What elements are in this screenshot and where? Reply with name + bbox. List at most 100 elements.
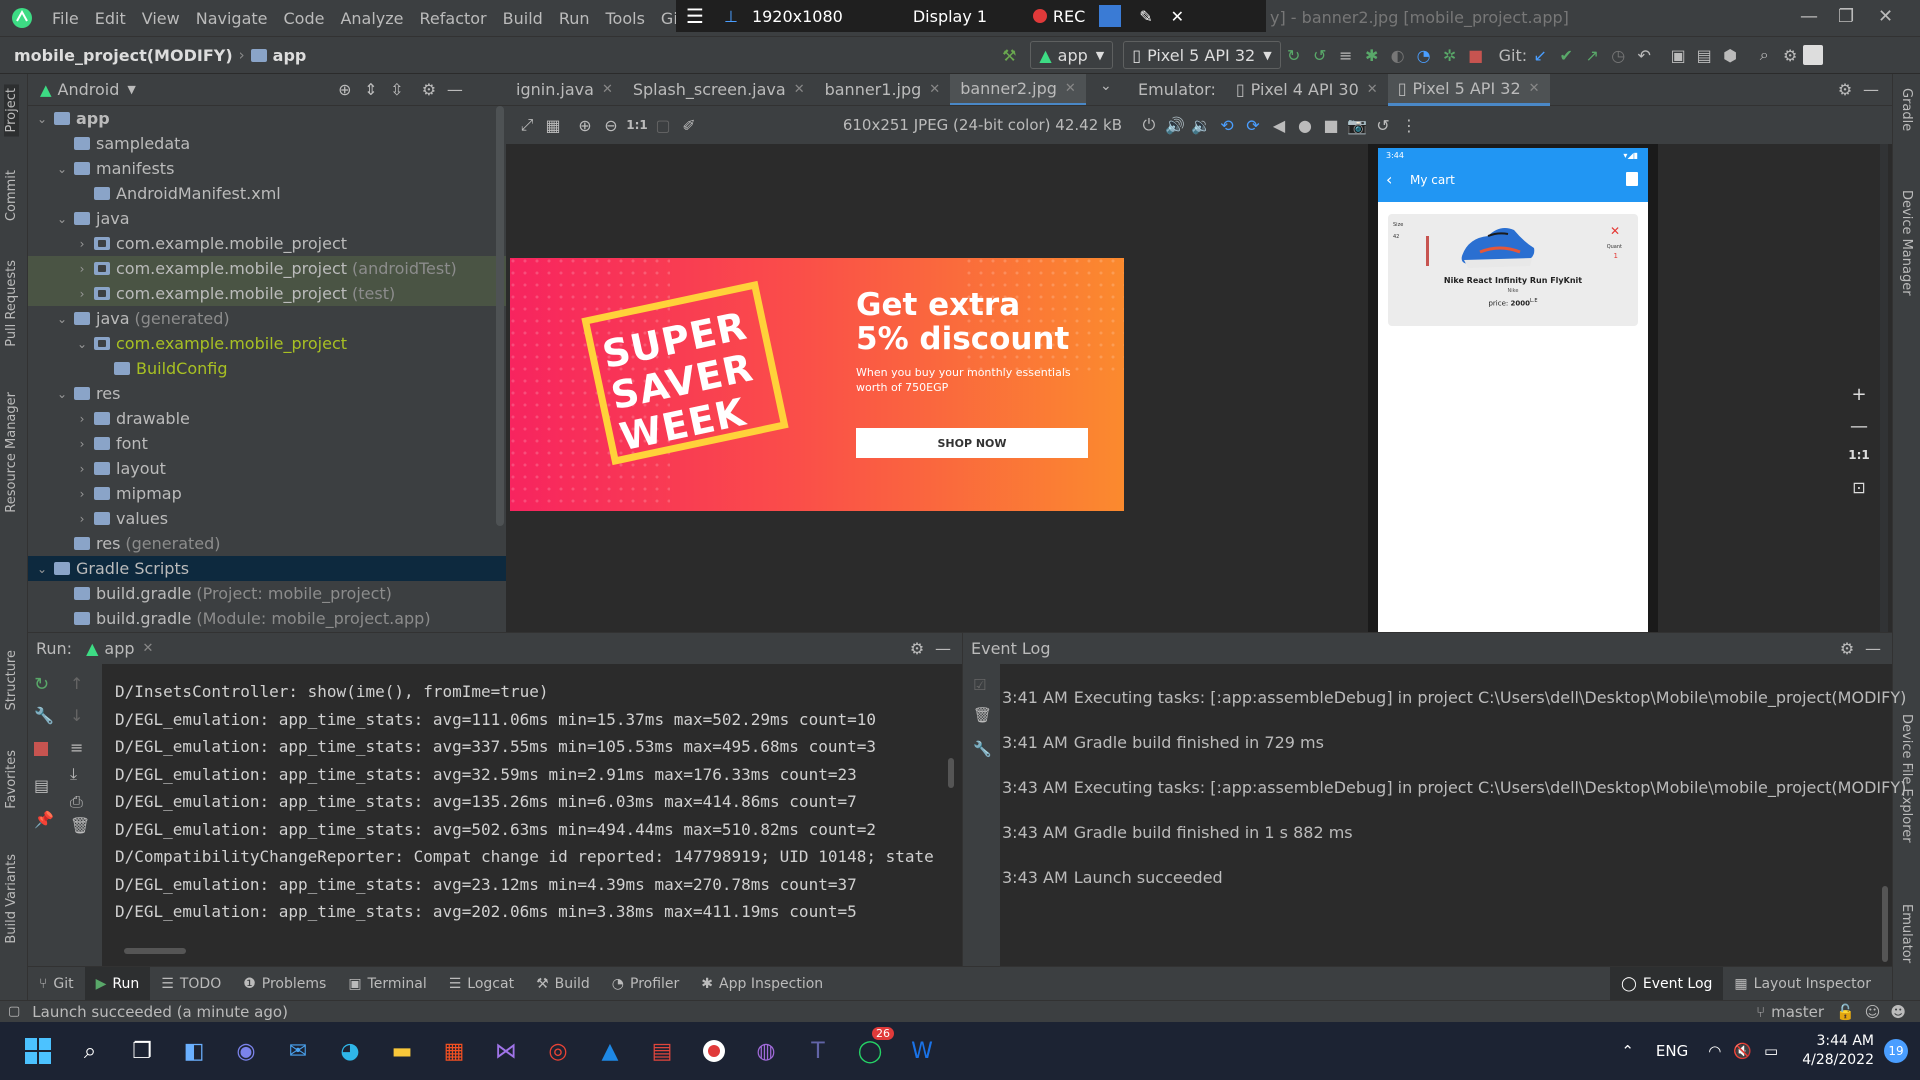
tree-item[interactable]: ⌄ com.example.mobile_project xyxy=(28,331,506,356)
side-tab-favorites[interactable]: Favorites xyxy=(4,750,19,809)
windows-start-icon[interactable] xyxy=(18,1031,58,1071)
screen-recorder-icon[interactable] xyxy=(694,1031,734,1071)
tool-window-git[interactable]: ⑂ Git xyxy=(28,967,85,1001)
mail-icon[interactable]: ✉ xyxy=(278,1031,318,1071)
chevron-right-icon[interactable]: › xyxy=(74,462,90,476)
tree-item[interactable]: › values xyxy=(28,506,506,531)
widgets-icon[interactable]: ◧ xyxy=(174,1031,214,1071)
chrome-icon[interactable]: ◎ xyxy=(538,1031,578,1071)
settings-gear-icon[interactable]: ⚙ xyxy=(904,636,930,662)
locate-icon[interactable]: ⊕ xyxy=(332,77,358,103)
event-log-scrollbar[interactable] xyxy=(1882,886,1888,962)
git-push-icon[interactable]: ↗ xyxy=(1579,42,1605,68)
tool-window-terminal[interactable]: ▣ Terminal xyxy=(337,967,437,1001)
word-icon[interactable]: W xyxy=(902,1031,942,1071)
tool-window-profiler[interactable]: ◔ Profiler xyxy=(601,967,691,1001)
editor-tab[interactable]: Splash_screen.java ✕ xyxy=(623,74,815,105)
hamburger-icon[interactable]: ☰ xyxy=(686,4,710,28)
wrench-icon[interactable]: 🔧 xyxy=(34,706,54,725)
menu-item-file[interactable]: File xyxy=(44,9,87,28)
editor-tab[interactable]: banner1.jpg ✕ xyxy=(815,74,951,105)
search-icon[interactable]: ⌕ xyxy=(70,1031,110,1071)
trash-icon[interactable] xyxy=(1626,172,1638,186)
tree-item[interactable]: ⌄ java xyxy=(28,206,506,231)
project-view-select[interactable]: Android xyxy=(58,80,120,99)
pin-tab-icon[interactable]: 📌 xyxy=(34,810,54,829)
rollback-icon[interactable]: ↶ xyxy=(1631,42,1657,68)
remove-item-icon[interactable]: ✕ xyxy=(1610,224,1620,238)
chevron-down-icon[interactable]: ⌄ xyxy=(34,112,50,126)
hide-panel-icon[interactable]: — xyxy=(442,77,468,103)
close-tab-icon[interactable]: ✕ xyxy=(794,82,805,97)
sdk-manager-icon[interactable]: ⬢ xyxy=(1717,42,1743,68)
chevron-down-icon[interactable]: ⌄ xyxy=(74,337,90,351)
device-select[interactable]: ▯ Pixel 5 API 32 ▼ xyxy=(1123,41,1281,69)
close-recorder-icon[interactable]: ✕ xyxy=(1171,7,1184,26)
feedback-face-icon[interactable]: ☻ xyxy=(1890,1003,1906,1021)
tree-scrollbar[interactable] xyxy=(496,106,504,526)
home-icon[interactable]: ● xyxy=(1292,112,1318,138)
git-commit-icon[interactable]: ✔ xyxy=(1553,42,1579,68)
console-h-scrollbar[interactable] xyxy=(124,948,186,954)
hide-panel-icon[interactable]: — xyxy=(1858,77,1884,103)
clock[interactable]: 3:44 AM 4/28/2022 xyxy=(1802,1032,1874,1070)
avd-manager-icon[interactable]: ▣ xyxy=(1665,42,1691,68)
tool-window-app-inspection[interactable]: ✱ App Inspection xyxy=(690,967,834,1001)
tree-item[interactable]: sampledata xyxy=(28,131,506,156)
side-tab-commit[interactable]: Commit xyxy=(4,170,19,221)
stop-icon[interactable] xyxy=(34,742,48,756)
microsoft-store-icon[interactable]: ▦ xyxy=(434,1031,474,1071)
menu-item-build[interactable]: Build xyxy=(495,9,551,28)
menu-item-code[interactable]: Code xyxy=(276,9,333,28)
editor-tab[interactable]: banner2.jpg ✕ xyxy=(950,74,1086,105)
tab-pixel-5-api-32[interactable]: ▯ Pixel 5 API 32 ✕ xyxy=(1387,73,1550,106)
settings-gear-icon[interactable]: ⚙ xyxy=(1832,77,1858,103)
git-branch[interactable]: master xyxy=(1771,1003,1824,1021)
zoom-fit-icon[interactable]: ⊡ xyxy=(1846,478,1872,497)
side-tab-gradle[interactable]: Gradle xyxy=(1899,88,1914,131)
maximize-icon[interactable]: ❐ xyxy=(1838,6,1854,27)
chevron-right-icon[interactable]: › xyxy=(74,262,90,276)
close-window-icon[interactable]: ✕ xyxy=(1878,6,1893,27)
visual-studio-icon[interactable]: ⋈ xyxy=(486,1031,526,1071)
tool-window-layout-inspector[interactable]: ▦ Layout Inspector xyxy=(1723,967,1882,1001)
scroll-down-icon[interactable]: ↓ xyxy=(70,706,83,725)
recorder-display[interactable]: Display 1 xyxy=(913,7,1033,26)
task-view-icon[interactable]: ❐ xyxy=(122,1031,162,1071)
menu-item-refactor[interactable]: Refactor xyxy=(412,9,495,28)
close-tab-icon[interactable]: ✕ xyxy=(1065,81,1076,96)
status-square-icon[interactable]: ▢ xyxy=(8,1004,20,1019)
menu-item-edit[interactable]: Edit xyxy=(87,9,134,28)
side-tab-emulator[interactable]: Emulator xyxy=(1899,904,1914,963)
tool-window-todo[interactable]: ☰ TODO xyxy=(150,967,232,1001)
tree-item[interactable]: ⌄ manifests xyxy=(28,156,506,181)
power-icon[interactable]: ⏻ xyxy=(1136,112,1162,138)
chevron-down-icon[interactable]: ⌄ xyxy=(54,387,70,401)
run-console[interactable]: D/InsetsController: show(ime(), fromIme=… xyxy=(102,664,962,966)
clear-all-icon[interactable]: 🗑 xyxy=(973,706,992,724)
sync-icon[interactable]: ≡ xyxy=(1333,42,1359,68)
webcam-icon[interactable] xyxy=(1099,5,1122,27)
tree-item[interactable]: ⌄ java (generated) xyxy=(28,306,506,331)
chevron-right-icon[interactable]: › xyxy=(74,237,90,251)
attach-debugger-icon[interactable]: ✲ xyxy=(1437,42,1463,68)
chevron-down-icon[interactable]: ▼ xyxy=(127,83,135,96)
hide-panel-icon[interactable]: — xyxy=(1860,636,1886,662)
side-tab-structure[interactable]: Structure xyxy=(4,650,19,710)
editor-tab[interactable]: ignin.java ✕ xyxy=(506,74,623,105)
zoom-in-icon[interactable]: + xyxy=(1846,384,1872,405)
menu-item-navigate[interactable]: Navigate xyxy=(188,9,276,28)
scroll-to-end-icon[interactable]: ⤓ xyxy=(70,764,77,784)
winrar-icon[interactable]: ▤ xyxy=(642,1031,682,1071)
settings-gear-icon[interactable]: ⚙ xyxy=(1834,636,1860,662)
tray-chevron-up-icon[interactable]: ⌃ xyxy=(1621,1042,1634,1060)
tool-window-event-log[interactable]: ◯ Event Log xyxy=(1610,966,1724,1001)
tree-item[interactable]: BuildConfig xyxy=(28,356,506,381)
chevron-right-icon[interactable]: › xyxy=(74,437,90,451)
tree-item[interactable]: ⌄ Gradle Scripts xyxy=(28,556,506,581)
tree-item[interactable]: ⌄ res xyxy=(28,381,506,406)
debug-icon[interactable]: ✱ xyxy=(1359,42,1385,68)
phone-screen[interactable]: 3:44 ▾◢▮ ‹ My cart Size 42 ✕ Quant 1 Nik… xyxy=(1378,148,1648,632)
chevron-right-icon[interactable]: › xyxy=(74,412,90,426)
menu-item-analyze[interactable]: Analyze xyxy=(332,9,411,28)
